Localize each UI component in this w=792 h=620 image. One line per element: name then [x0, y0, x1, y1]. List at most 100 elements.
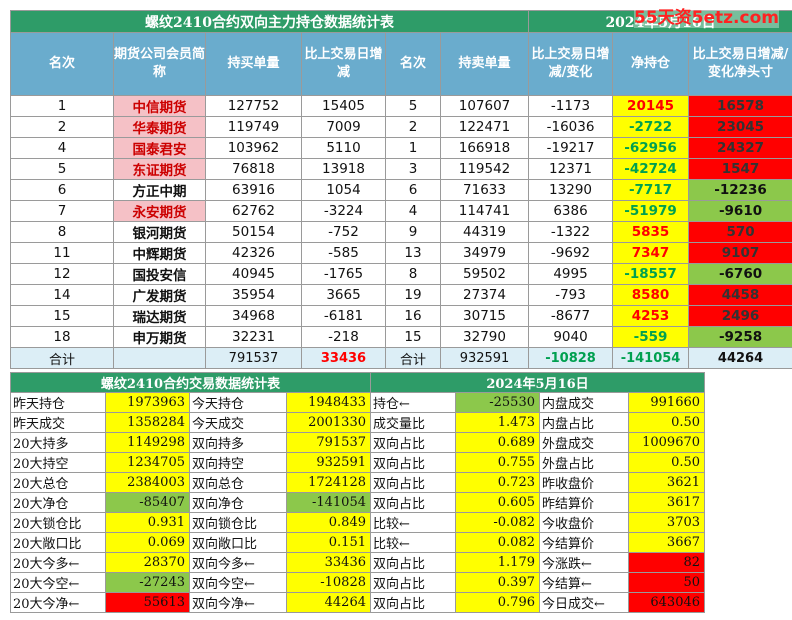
cell: 4253 [612, 305, 690, 327]
stats-cell: 0.755 [455, 452, 540, 473]
cell: 银河期货 [113, 221, 206, 243]
cell: 114741 [439, 200, 530, 222]
cell: -16036 [528, 116, 614, 138]
stats-row: 20大今多← 28370 双向今多← 33436 双向占比 1.179 今涨跌← 82 [10, 552, 706, 573]
stats-cell: 0.723 [455, 472, 540, 493]
stats-cell: 双向总仓 [189, 472, 287, 493]
cell: 12 [10, 263, 114, 285]
stats-cell: 2384003 [105, 472, 190, 493]
cell: 瑞达期货 [113, 305, 206, 327]
stats-row: 20大净仓 -85407 双向净仓 -141054 双向占比 0.605 昨结算价 3617 [10, 492, 706, 513]
cell: 19 [385, 284, 441, 306]
stats-row: 20大敞口比 0.069 双向敞口比 0.151 比较← 0.082 今结算价 3667 [10, 532, 706, 553]
stats-cell: 持仓← [370, 392, 456, 413]
cell: 国投安信 [113, 263, 206, 285]
cell: 127752 [205, 95, 302, 117]
cell: -51979 [612, 200, 690, 222]
stats-row: 昨天成交 1358284 今天成交 2001330 成交量比 1.473 内盘占比 0.50 [10, 412, 706, 433]
stats-cell: 1948433 [286, 392, 371, 413]
stats-cell: 今收盘价 [539, 512, 629, 533]
stats-cell: 双向占比 [370, 472, 456, 493]
table-row: 4 国泰君安 103962 5110 1 166918 -19217 -62956 24327 [10, 137, 792, 159]
cell: 16 [385, 305, 441, 327]
stats-cell: 991660 [627, 392, 706, 413]
table-row: 11 中辉期货 42326 -585 13 34979 -9692 7347 9107 [10, 242, 792, 264]
cell: -9258 [688, 326, 792, 348]
stats-cell: 0.50 [627, 452, 706, 473]
cell: -559 [612, 326, 690, 348]
table-row: 5 东证期货 76818 13918 3 119542 12371 -42724 1547 [10, 158, 792, 180]
stats-cell: -10828 [286, 572, 371, 593]
stats-cell: 今结算← [539, 572, 629, 593]
cell: -7717 [612, 179, 690, 201]
stats-cell: 1009670 [627, 432, 706, 453]
stats-cell: 双向持多 [189, 432, 287, 453]
total-cell: 44264 [688, 347, 792, 369]
cell: 7347 [612, 242, 690, 264]
stats-cell: 0.50 [627, 412, 706, 433]
stats-cell: 20大今多← [10, 552, 106, 573]
column-header: 比上交易日增减/变化 [528, 32, 614, 96]
stats-cell: 1.473 [455, 412, 540, 433]
stats-cell: 今日成交← [539, 592, 629, 613]
cell: 中信期货 [113, 95, 206, 117]
column-header: 比上交易日增减/变化净头寸 [688, 32, 792, 96]
cell: 2 [10, 116, 114, 138]
cell: -12236 [688, 179, 792, 201]
cell: 103962 [205, 137, 302, 159]
stats-cell: 双向今多← [189, 552, 287, 573]
cell: 6 [10, 179, 114, 201]
cell: 东证期货 [113, 158, 206, 180]
cell: 122471 [439, 116, 530, 138]
stats-cell: 今天持仓 [189, 392, 287, 413]
stats-cell: 82 [627, 552, 706, 573]
cell: 9040 [528, 326, 614, 348]
total-cell: -141054 [612, 347, 690, 369]
stats-cell: 20大敞口比 [10, 532, 106, 553]
cell: -1173 [528, 95, 614, 117]
total-cell [113, 347, 206, 369]
stats-cell: 0.069 [105, 532, 190, 553]
cell: -6760 [688, 263, 792, 285]
table-row: 14 广发期货 35954 3665 19 27374 -793 8580 4458 [10, 284, 792, 306]
stats-cell: 1973963 [105, 392, 190, 413]
cell: 11 [10, 242, 114, 264]
cell: 16578 [688, 95, 792, 117]
stats-cell: 3667 [627, 532, 706, 553]
cell: 方正中期 [113, 179, 206, 201]
cell: 5 [385, 95, 441, 117]
cell: -752 [301, 221, 386, 243]
cell: 15 [10, 305, 114, 327]
column-header: 期货公司会员简称 [113, 32, 206, 96]
stats-cell: 昨收盘价 [539, 472, 629, 493]
cell: 23045 [688, 116, 792, 138]
column-header: 持卖单量 [439, 32, 530, 96]
cell: 42326 [205, 242, 302, 264]
cell: 32231 [205, 326, 302, 348]
stats-cell: 双向敞口比 [189, 532, 287, 553]
cell: 华泰期货 [113, 116, 206, 138]
cell: 24327 [688, 137, 792, 159]
cell: 5110 [301, 137, 386, 159]
stats-cell: 双向今空← [189, 572, 287, 593]
stats-cell: 20大今空← [10, 572, 106, 593]
stats-cell: 双向锁仓比 [189, 512, 287, 533]
stats-cell: 0.605 [455, 492, 540, 513]
stats-cell: -141054 [286, 492, 371, 513]
stats-row: 20大总仓 2384003 双向总仓 1724128 双向占比 0.723 昨收盘价 3621 [10, 472, 706, 493]
cell: 2 [385, 116, 441, 138]
cell: 27374 [439, 284, 530, 306]
cell: 40945 [205, 263, 302, 285]
cell: 15 [385, 326, 441, 348]
stats-cell: 1.179 [455, 552, 540, 573]
cell: 5835 [612, 221, 690, 243]
stats-cell: 今涨跌← [539, 552, 629, 573]
cell: 63916 [205, 179, 302, 201]
total-cell: 791537 [205, 347, 302, 369]
cell: 30715 [439, 305, 530, 327]
cell: 107607 [439, 95, 530, 117]
stats-cell: 昨结算价 [539, 492, 629, 513]
cell: 广发期货 [113, 284, 206, 306]
cell: -2722 [612, 116, 690, 138]
table-row: 2 华泰期货 119749 7009 2 122471 -16036 -2722 23045 [10, 116, 792, 138]
